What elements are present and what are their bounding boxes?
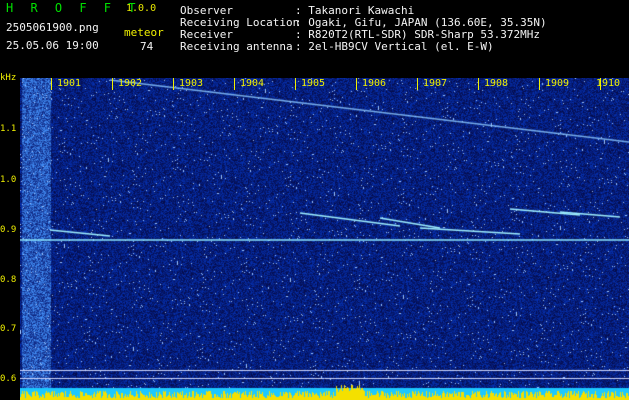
header-panel: H R O F F T 1.0.0 2505061900.png 25.05.0… <box>0 0 629 75</box>
y-axis-unit: kHz <box>0 73 17 83</box>
x-tick-1902 <box>112 78 113 90</box>
app-version: 1.0.0 <box>126 3 157 14</box>
y-label-0.9: 0.9 <box>0 225 17 235</box>
meteor-count-label: meteor <box>124 26 164 39</box>
x-label-1910: 1910 <box>596 78 621 89</box>
y-label-0.6: 0.6 <box>0 374 17 384</box>
y-label-1.1: 1.1 <box>0 124 17 134</box>
x-label-1906: 1906 <box>362 78 387 89</box>
x-tick-1908 <box>478 78 479 90</box>
x-tick-1906 <box>356 78 357 90</box>
x-tick-1905 <box>295 78 296 90</box>
meteor-count-value: 74 <box>140 40 154 53</box>
y-label-0.8: 0.8 <box>0 275 17 285</box>
app-title: H R O F F T <box>6 1 141 15</box>
x-label-1903: 1903 <box>179 78 204 89</box>
x-tick-1904 <box>234 78 235 90</box>
x-tick-1909 <box>539 78 540 90</box>
spectrogram-canvas <box>20 78 629 400</box>
x-tick-1907 <box>417 78 418 90</box>
info-antenna-value: : 2el-HB9CV Vertical (el. E-W) <box>295 40 494 53</box>
x-tick-1903 <box>173 78 174 90</box>
x-label-1909: 1909 <box>545 78 570 89</box>
x-label-1907: 1907 <box>423 78 448 89</box>
x-label-1902: 1902 <box>118 78 143 89</box>
x-tick-1901 <box>51 78 52 90</box>
filename-label: 2505061900.png <box>6 21 99 34</box>
x-label-1905: 1905 <box>301 78 326 89</box>
y-label-1.0: 1.0 <box>0 175 17 185</box>
x-label-1908: 1908 <box>484 78 509 89</box>
info-antenna-label: Receiving antenna <box>180 40 293 53</box>
x-label-1904: 1904 <box>240 78 265 89</box>
y-axis: kHz 1.1 1.0 0.9 0.8 0.7 0.6 <box>0 73 20 400</box>
datetime-label: 25.05.06 19:00 <box>6 39 99 52</box>
y-label-0.7: 0.7 <box>0 324 17 334</box>
x-label-1901: 1901 <box>57 78 82 89</box>
